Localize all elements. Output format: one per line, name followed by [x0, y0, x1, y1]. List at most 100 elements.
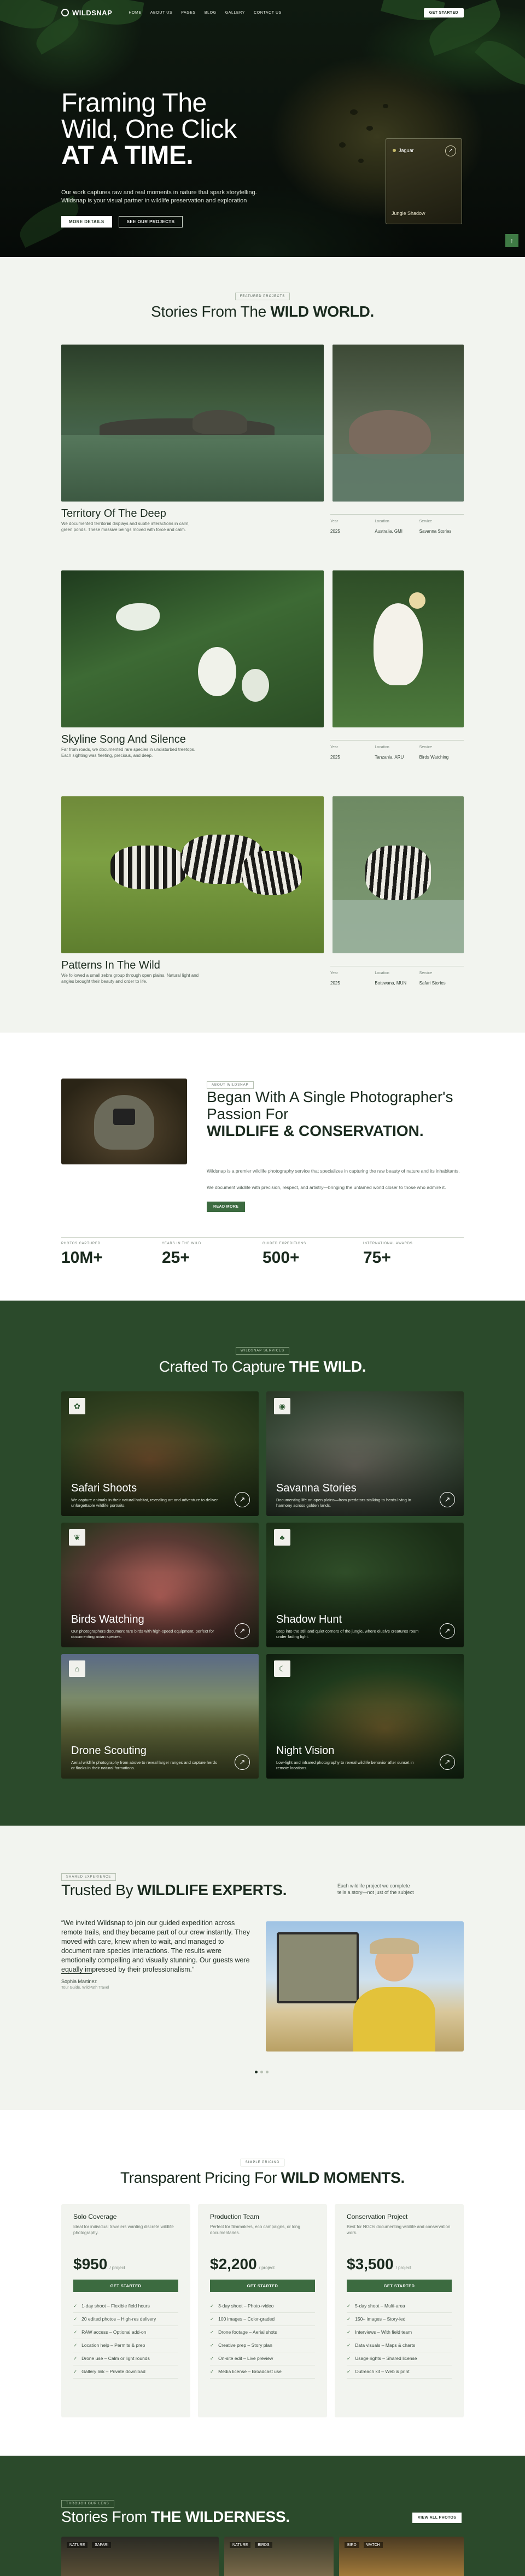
section-tag: WILDSNAP SERVICES	[235, 1347, 290, 1355]
check-icon: ✓	[210, 2316, 214, 2322]
service-desc: Low-light and infrared photography to re…	[276, 1760, 414, 1770]
about-paragraph: We document wildlife with precision, res…	[207, 1185, 446, 1190]
nav-item-home[interactable]: HOME	[129, 11, 141, 15]
service-card[interactable]: ◉ Savanna Stories Documenting life on op…	[266, 1391, 464, 1516]
service-desc: We capture animals in their natural habi…	[71, 1497, 218, 1508]
check-icon: ✓	[73, 2316, 78, 2322]
testimonial-role: Tour Guide, WildPath Travel	[61, 1986, 109, 1990]
arrow-up-right-icon[interactable]: ↗	[440, 1492, 455, 1507]
gallery-thumb[interactable]: NATURE BIRDS	[224, 2537, 334, 2576]
feature-item: ✓ 5-day shoot – Multi-area	[347, 2300, 452, 2313]
check-icon: ✓	[210, 2356, 214, 2361]
project-desc: Far from roads, we documented rare speci…	[61, 747, 196, 758]
nav-item-contact[interactable]: CONTACT US	[254, 11, 282, 15]
testimonial-section: SHARED EXPERIENCE Trusted By WILDLIFE EX…	[0, 1826, 525, 2110]
project-desc: We followed a small zebra group through …	[61, 973, 199, 984]
feature-item: ✓ 20 edited photos – High-res delivery	[73, 2313, 178, 2326]
carousel-dot[interactable]	[266, 2071, 269, 2073]
project-title: Skyline Song And Silence	[61, 733, 186, 745]
project-image-side	[332, 345, 464, 502]
plan-get-started-button[interactable]: GET STARTED	[73, 2280, 178, 2292]
project-title: Territory Of The Deep	[61, 508, 166, 520]
service-card[interactable]: ♣ Shadow Hunt Step into the still and qu…	[266, 1523, 464, 1647]
services-section: WILDSNAP SERVICES Crafted To Capture THE…	[0, 1301, 525, 1826]
testimonial-quote: “We invited Wildsnap to join our guided …	[61, 1919, 250, 1973]
check-icon: ✓	[73, 2303, 78, 2309]
check-icon: ✓	[347, 2303, 351, 2309]
plan-get-started-button[interactable]: GET STARTED	[347, 2280, 452, 2292]
arrow-up-right-icon[interactable]: ↗	[440, 1623, 455, 1639]
see-projects-button[interactable]: SEE OUR PROJECTS	[118, 216, 183, 228]
plan-name: Conservation Project	[347, 2213, 408, 2221]
view-all-photos-button[interactable]: VIEW ALL PHOTOS	[412, 2513, 462, 2523]
hero-card-caption: Jungle Shadow	[392, 211, 425, 216]
project-image-side	[332, 796, 464, 953]
hero-section: WILDSNAP HOME ABOUT US PAGES BLOG GALLER…	[0, 0, 525, 257]
carousel-dot[interactable]	[255, 2071, 258, 2073]
project-desc: We documented territorial displays and s…	[61, 521, 190, 532]
check-icon: ✓	[73, 2356, 78, 2361]
logo[interactable]: WILDSNAP	[61, 9, 112, 17]
stat: PHOTOS CAPTURED 10M+	[61, 1242, 103, 1267]
plan-name: Solo Coverage	[73, 2213, 117, 2221]
service-card[interactable]: ❦ Birds Watching Our photographers docum…	[61, 1523, 259, 1647]
hero-feature-card[interactable]: Jaguar ↗ Jungle Shadow	[386, 138, 462, 224]
service-card[interactable]: ✿ Safari Shoots We capture animals in th…	[61, 1391, 259, 1516]
feature-item: ✓ 1-day shoot – Flexible field hours	[73, 2300, 178, 2313]
arrow-up-right-icon[interactable]: ↗	[235, 1492, 250, 1507]
plan-desc: Best for NGOs documenting wildlife and c…	[347, 2224, 451, 2235]
service-desc: Documenting life on open plains—from pre…	[276, 1497, 411, 1508]
nav-item-about[interactable]: ABOUT US	[150, 11, 172, 15]
nav-item-pages[interactable]: PAGES	[181, 11, 196, 15]
about-paragraph: Wildsnap is a premier wildlife photograp…	[207, 1168, 460, 1174]
hero-title-line2: Wild, One Click	[61, 115, 237, 144]
section-title: Trusted By WILDLIFE EXPERTS.	[61, 1881, 287, 1898]
section-tag: ABOUT WILDSNAP	[207, 1081, 254, 1089]
feature-item: ✓ Drone footage – Aerial shots	[210, 2326, 315, 2339]
nav-menu: HOME ABOUT US PAGES BLOG GALLERY CONTACT…	[129, 11, 282, 15]
service-card[interactable]: ⌂ Drone Scouting Aerial wildlife photogr…	[61, 1654, 259, 1779]
check-icon: ✓	[347, 2316, 351, 2322]
section-tag: THROUGH OUR LENS	[61, 2500, 114, 2508]
service-name: Drone Scouting	[71, 1745, 147, 1757]
plan-features: ✓ 5-day shoot – Multi-area ✓ 150+ images –…	[347, 2300, 452, 2379]
hero-title-line1: Framing The	[61, 89, 207, 118]
photographer-image	[61, 1079, 187, 1164]
gallery-thumb[interactable]: BIRD WATCH	[339, 2537, 464, 2576]
section-tag: SHARED EXPERIENCE	[61, 1873, 116, 1881]
carousel-dot[interactable]	[260, 2071, 263, 2073]
scroll-top-button[interactable]: ↑	[505, 234, 518, 247]
tree-icon: ♣	[274, 1529, 290, 1546]
stat: GUIDED EXPEDITIONS 500+	[262, 1242, 306, 1267]
arrow-up-right-icon[interactable]: ↗	[235, 1623, 250, 1639]
service-name: Birds Watching	[71, 1613, 144, 1625]
check-icon: ✓	[73, 2369, 78, 2374]
testimonial-side-text: Each wildlife project we complete tells …	[337, 1883, 414, 1895]
service-name: Night Vision	[276, 1745, 335, 1757]
more-details-button[interactable]: MORE DETAILS	[61, 216, 112, 228]
service-name: Safari Shoots	[71, 1482, 137, 1494]
section-tag: SIMPLE PRICING	[240, 2159, 285, 2166]
project-meta: Year 2025 Location Botswana, MUN Service Sa…	[330, 971, 446, 986]
plan-desc: Ideal for individual travelers wanting d…	[73, 2224, 174, 2235]
read-more-button[interactable]: READ MORE	[207, 1202, 246, 1212]
feature-item: ✓ Location help – Permits & prep	[73, 2339, 178, 2352]
plan-get-started-button[interactable]: GET STARTED	[210, 2280, 315, 2292]
dot-icon	[393, 149, 396, 152]
service-card[interactable]: ☾ Night Vision Low-light and infrared ph…	[266, 1654, 464, 1779]
check-icon: ✓	[347, 2342, 351, 2348]
get-started-button[interactable]: GET STARTED	[423, 8, 464, 18]
testimonial-image	[266, 1921, 464, 2052]
arrow-up-right-icon[interactable]: ↗	[445, 145, 456, 156]
section-title: Stories From The WILD WORLD.	[150, 303, 374, 320]
gallery-thumb[interactable]: NATURE SAFARI	[61, 2537, 219, 2576]
about-section: ABOUT WILDSNAP Began With A Single Photo…	[0, 1033, 525, 1301]
arrow-up-right-icon[interactable]: ↗	[235, 1755, 250, 1770]
check-icon: ✓	[73, 2329, 78, 2335]
project-image	[61, 345, 324, 502]
plan-name: Production Team	[210, 2213, 259, 2221]
nav-item-blog[interactable]: BLOG	[205, 11, 217, 15]
hero-title: Framing The Wild, One Click AT A TIME.	[61, 90, 237, 169]
nav-item-gallery[interactable]: GALLERY	[225, 11, 245, 15]
arrow-up-right-icon[interactable]: ↗	[440, 1755, 455, 1770]
